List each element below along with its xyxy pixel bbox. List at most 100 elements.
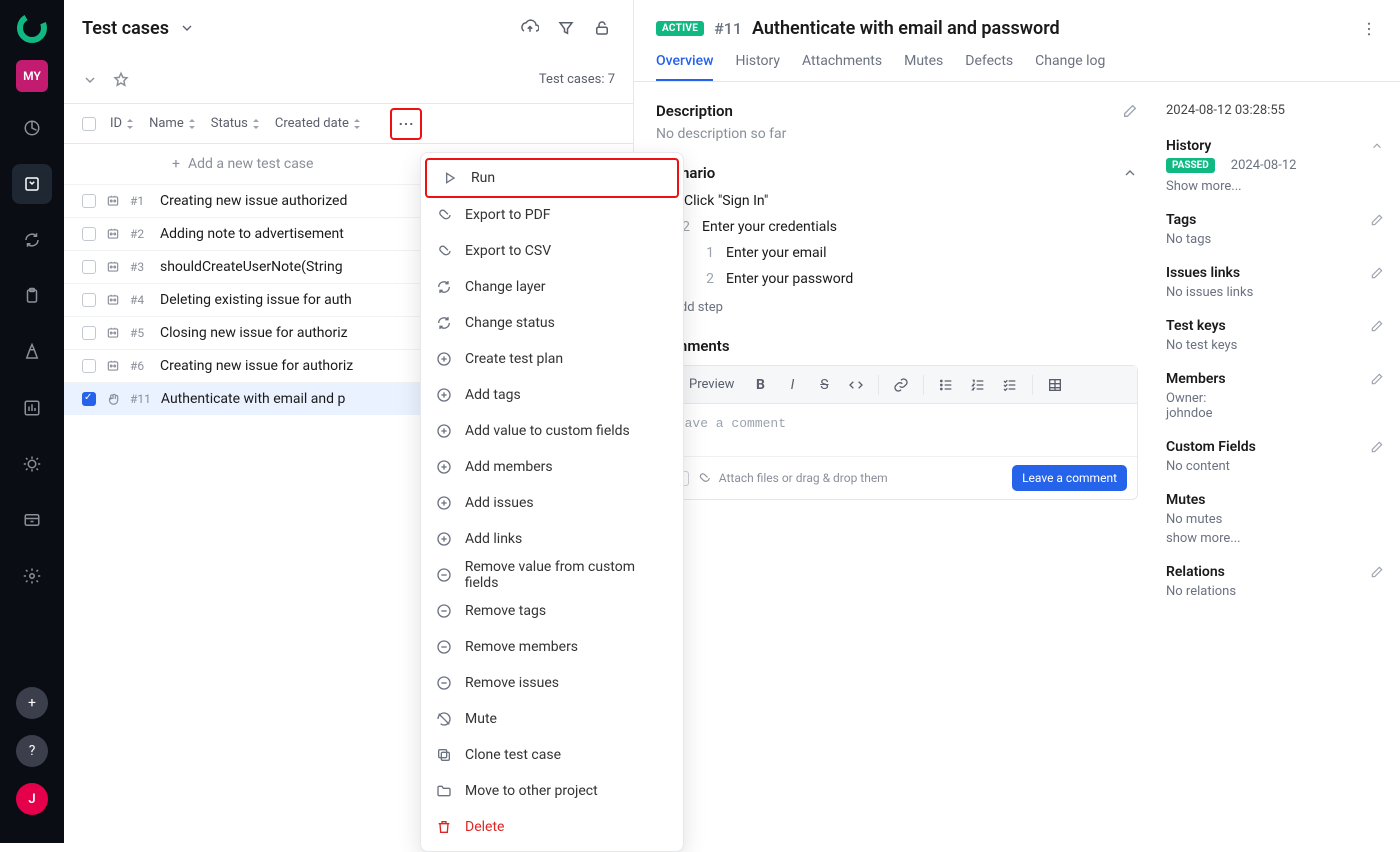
members-heading: Members xyxy=(1166,371,1226,387)
menu-move[interactable]: Move to other project xyxy=(421,773,683,809)
bulleted-list-icon[interactable] xyxy=(932,371,960,399)
filter-icon[interactable] xyxy=(553,15,579,41)
row-id: #1 xyxy=(130,194,150,208)
collapse-scenario-icon[interactable] xyxy=(1122,165,1138,181)
col-id[interactable]: ID xyxy=(110,116,135,131)
edit-members-icon[interactable] xyxy=(1370,372,1384,386)
submit-comment-button[interactable]: Leave a comment xyxy=(1012,465,1127,491)
numbered-list-icon[interactable] xyxy=(964,371,992,399)
row-checkbox[interactable] xyxy=(82,326,96,340)
edit-custom-icon[interactable] xyxy=(1370,440,1384,454)
tab-mutes[interactable]: Mutes xyxy=(904,53,943,81)
row-checkbox[interactable] xyxy=(82,227,96,241)
code-icon[interactable] xyxy=(842,371,870,399)
menu-add-custom-fields[interactable]: Add value to custom fields xyxy=(421,413,683,449)
menu-add-links[interactable]: Add links xyxy=(421,521,683,557)
menu-remove-custom-fields[interactable]: Remove value from custom fields xyxy=(421,557,683,593)
menu-create-test-plan[interactable]: Create test plan xyxy=(421,341,683,377)
add-step-button[interactable]: +Add step xyxy=(656,292,1138,315)
workspace-avatar[interactable]: MY xyxy=(16,60,48,92)
menu-mute[interactable]: Mute xyxy=(421,701,683,737)
menu-remove-tags[interactable]: Remove tags xyxy=(421,593,683,629)
tab-history[interactable]: History xyxy=(735,53,780,81)
menu-add-members[interactable]: Add members xyxy=(421,449,683,485)
refresh-icon xyxy=(435,315,453,331)
plus-icon: + xyxy=(172,156,180,172)
menu-remove-members[interactable]: Remove members xyxy=(421,629,683,665)
nav-dashboard-icon[interactable] xyxy=(12,108,52,148)
menu-add-issues[interactable]: Add issues xyxy=(421,485,683,521)
star-icon[interactable] xyxy=(112,71,130,89)
col-created[interactable]: Created date xyxy=(275,116,362,131)
edit-keys-icon[interactable] xyxy=(1370,319,1384,333)
col-name[interactable]: Name xyxy=(149,116,197,131)
checklist-icon[interactable] xyxy=(996,371,1024,399)
user-avatar[interactable]: J xyxy=(16,783,48,815)
bold-icon[interactable]: B xyxy=(746,371,774,399)
row-checkbox[interactable] xyxy=(82,194,96,208)
nav-settings-icon[interactable] xyxy=(12,556,52,596)
row-checkbox[interactable] xyxy=(82,359,96,373)
collapse-all-icon[interactable] xyxy=(82,72,98,88)
table-icon[interactable] xyxy=(1041,371,1069,399)
scenario-step[interactable]: 2Enter your credentials xyxy=(674,214,1138,240)
scenario-substep[interactable]: 1Enter your email xyxy=(698,240,1138,266)
link-icon[interactable] xyxy=(887,371,915,399)
row-id: #3 xyxy=(130,260,150,274)
history-show-more[interactable]: Show more... xyxy=(1166,179,1384,194)
nav-sync-icon[interactable] xyxy=(12,220,52,260)
help-button[interactable]: ? xyxy=(16,735,48,767)
edit-description-icon[interactable] xyxy=(1122,103,1138,119)
menu-run[interactable]: Run xyxy=(427,160,677,196)
attach-hint[interactable]: Attach files or drag & drop them xyxy=(719,471,888,485)
lock-icon[interactable] xyxy=(589,15,615,41)
nav-analytics-icon[interactable] xyxy=(12,388,52,428)
nav-defects-icon[interactable] xyxy=(12,444,52,484)
select-all-checkbox[interactable] xyxy=(82,117,96,131)
row-checkbox[interactable] xyxy=(82,392,96,406)
menu-change-layer[interactable]: Change layer xyxy=(421,269,683,305)
menu-remove-issues[interactable]: Remove issues xyxy=(421,665,683,701)
plus-circle-icon xyxy=(435,495,453,511)
menu-delete[interactable]: Delete xyxy=(421,809,683,845)
nav-archive-icon[interactable] xyxy=(12,500,52,540)
scenario-substep[interactable]: 2Enter your password xyxy=(698,266,1138,292)
title-dropdown-icon[interactable] xyxy=(179,20,195,36)
comment-textarea[interactable]: Leave a comment xyxy=(657,404,1137,456)
upload-icon[interactable] xyxy=(517,15,543,41)
menu-clone[interactable]: Clone test case xyxy=(421,737,683,773)
auto-icon xyxy=(106,227,120,241)
strike-icon[interactable]: S xyxy=(810,371,838,399)
test-case-title: Authenticate with email and password xyxy=(752,18,1060,39)
italic-icon[interactable]: I xyxy=(778,371,806,399)
edit-relations-icon[interactable] xyxy=(1370,565,1384,579)
menu-export-csv[interactable]: Export to CSV xyxy=(421,233,683,269)
tab-overview[interactable]: Overview xyxy=(656,53,713,81)
row-checkbox[interactable] xyxy=(82,293,96,307)
plus-circle-icon xyxy=(435,387,453,403)
tab-defects[interactable]: Defects xyxy=(965,53,1013,81)
nav-testcases-icon[interactable] xyxy=(12,164,52,204)
auto-icon xyxy=(106,194,120,208)
owner-label: Owner: xyxy=(1166,391,1384,406)
nav-launch-icon[interactable] xyxy=(12,332,52,372)
menu-export-pdf[interactable]: Export to PDF xyxy=(421,197,683,233)
edit-tags-icon[interactable] xyxy=(1370,213,1384,227)
minus-circle-icon xyxy=(435,567,453,583)
menu-add-tags[interactable]: Add tags xyxy=(421,377,683,413)
menu-change-status[interactable]: Change status xyxy=(421,305,683,341)
tab-attachments[interactable]: Attachments xyxy=(802,53,882,81)
add-button[interactable]: + xyxy=(16,687,48,719)
tab-changelog[interactable]: Change log xyxy=(1035,53,1105,81)
mutes-show-more[interactable]: show more... xyxy=(1166,531,1384,546)
more-icon[interactable] xyxy=(1360,20,1378,38)
row-checkbox[interactable] xyxy=(82,260,96,274)
attachment-icon[interactable] xyxy=(697,471,711,485)
scenario-step[interactable]: 1Click "Sign In" xyxy=(656,188,1138,214)
nav-clipboard-icon[interactable] xyxy=(12,276,52,316)
edit-issues-icon[interactable] xyxy=(1370,266,1384,280)
bulk-actions-button[interactable] xyxy=(390,108,422,140)
collapse-history-icon[interactable] xyxy=(1370,139,1384,153)
col-status[interactable]: Status xyxy=(211,116,261,131)
attachment-icon xyxy=(435,207,453,223)
